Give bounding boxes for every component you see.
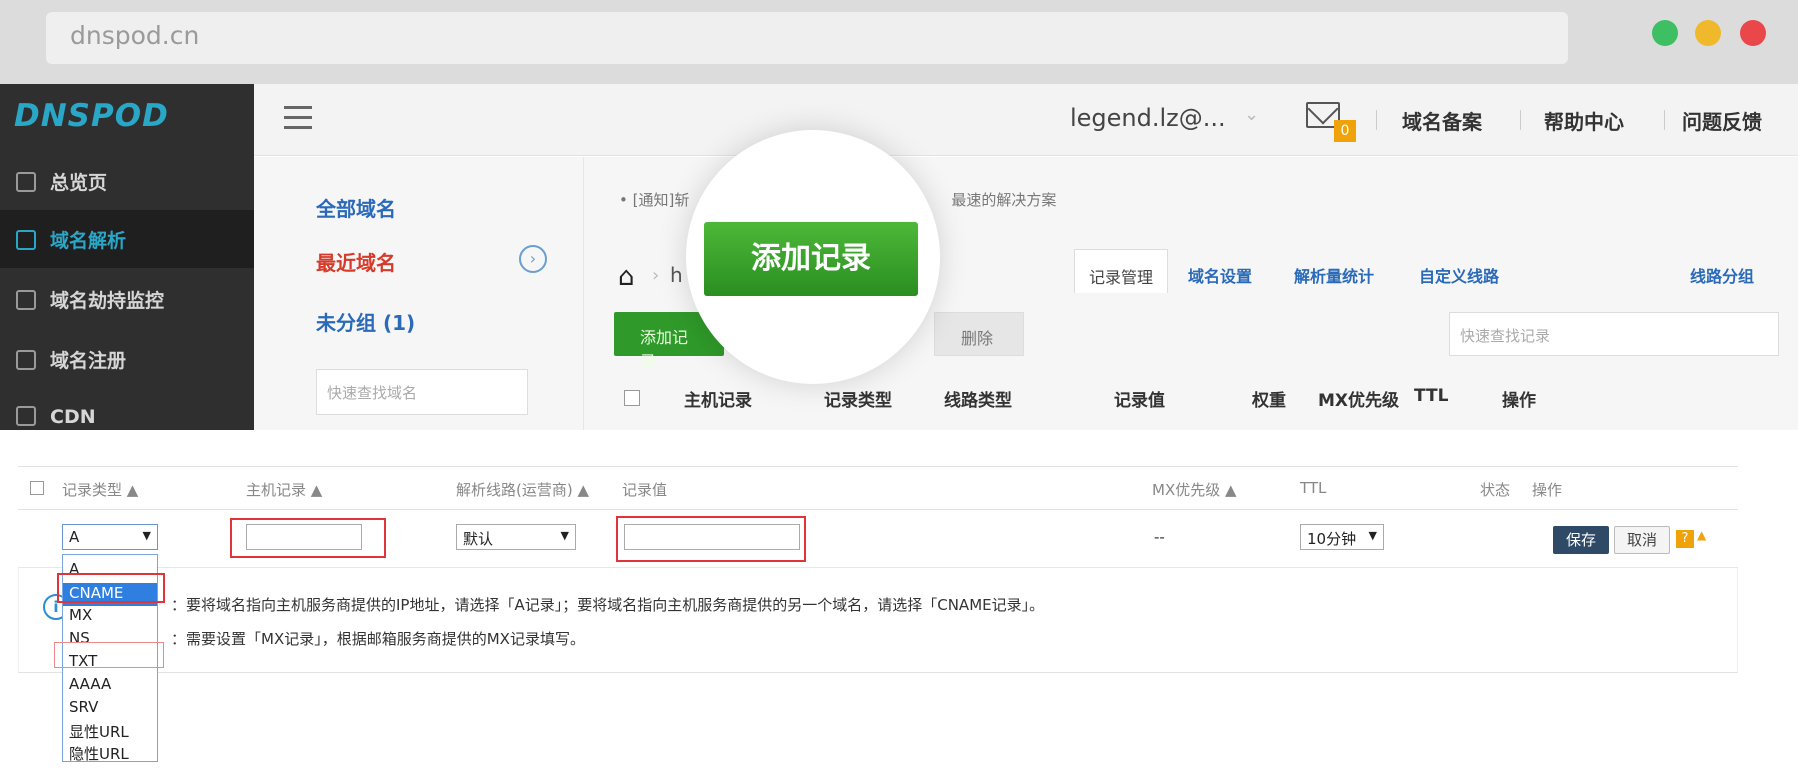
link-help-center[interactable]: 帮助中心 xyxy=(1544,106,1624,135)
col-host[interactable]: 主机记录 xyxy=(684,386,752,411)
cdn-icon xyxy=(16,406,36,426)
shield-icon xyxy=(16,290,36,310)
breadcrumb-domain[interactable]: h xyxy=(670,263,683,287)
select-all-checkbox[interactable] xyxy=(30,481,44,495)
col-record-value: 记录值 xyxy=(622,481,668,499)
mail-count-badge: 0 xyxy=(1334,120,1356,142)
mx-priority-value: -- xyxy=(1154,528,1165,546)
tab-custom-lines[interactable]: 自定义线路 xyxy=(1419,263,1499,287)
highlight-box-txt xyxy=(54,642,164,668)
domain-filter-ungrouped[interactable]: 未分组 (1) xyxy=(316,307,415,336)
record-value-input[interactable] xyxy=(624,524,800,550)
col-mx[interactable]: MX优先级 xyxy=(1318,386,1399,411)
sidebar: DNSPOD 总览页 域名解析 域名劫持监控 域名注册 CDN xyxy=(0,84,254,430)
col-weight[interactable]: 权重 xyxy=(1252,386,1286,411)
divider xyxy=(1520,110,1521,130)
col-ttl[interactable]: TTL xyxy=(1414,386,1448,406)
col-line[interactable]: 线路类型 xyxy=(944,386,1012,411)
link-feedback[interactable]: 问题反馈 xyxy=(1682,106,1762,135)
sidebar-item-overview[interactable]: 总览页 xyxy=(0,152,254,210)
maximize-button[interactable] xyxy=(1652,20,1678,46)
content-area: 全部域名 最近域名 › 未分组 (1) 快速查找域名 • [通知]斩 最速的解决方… xyxy=(254,157,1798,430)
monitor-icon xyxy=(16,230,36,250)
option-implicit-url[interactable]: 隐性URL xyxy=(63,742,157,765)
highlight-box-cname xyxy=(57,573,165,603)
add-record-button[interactable]: 添加记录 xyxy=(704,222,918,296)
edit-row: A ▼ 默认 ▼ -- 10分钟 ▼ 保存 取消 ? ▲ xyxy=(18,510,1738,568)
chevron-down-icon[interactable]: ⌄ xyxy=(1244,104,1259,125)
record-editor-panel: 记录类型 ▲ 主机记录 ▲ 解析线路(运营商) ▲ 记录值 MX优先级 ▲ TT… xyxy=(0,430,1798,772)
domain-search-input[interactable]: 快速查找域名 xyxy=(316,369,528,415)
domain-list-panel: 全部域名 最近域名 › 未分组 (1) 快速查找域名 xyxy=(254,157,584,430)
col-host-record[interactable]: 主机记录 ▲ xyxy=(246,479,322,500)
tab-query-stats[interactable]: 解析量统计 xyxy=(1294,263,1374,287)
menu-icon[interactable] xyxy=(284,106,312,130)
divider xyxy=(1664,110,1665,130)
col-value[interactable]: 记录值 xyxy=(1114,386,1165,411)
minimize-button[interactable] xyxy=(1695,20,1721,46)
col-type[interactable]: 记录类型 xyxy=(824,386,892,411)
tab-domain-settings[interactable]: 域名设置 xyxy=(1188,263,1252,287)
option-srv[interactable]: SRV xyxy=(63,697,157,720)
select-all-checkbox[interactable] xyxy=(624,390,640,406)
col-ops: 操作 xyxy=(1502,391,1536,411)
line-select[interactable]: 默认 ▼ xyxy=(456,524,576,550)
save-button[interactable]: 保存 xyxy=(1553,526,1609,554)
col-status: 状态 xyxy=(1480,481,1511,499)
col-line[interactable]: 解析线路(运营商) ▲ xyxy=(456,479,589,500)
sidebar-item-dns[interactable]: 域名解析 xyxy=(0,210,254,268)
ttl-select[interactable]: 10分钟 ▼ xyxy=(1300,524,1384,550)
dnspod-logo[interactable]: DNSPOD xyxy=(14,98,169,134)
user-account[interactable]: legend.lz@... xyxy=(1070,104,1226,132)
tab-record-management[interactable]: 记录管理 xyxy=(1074,249,1168,293)
domain-filter-recent[interactable]: 最近域名 xyxy=(316,247,396,276)
sidebar-item-cdn[interactable]: CDN xyxy=(0,390,254,430)
close-button[interactable] xyxy=(1740,20,1766,46)
cancel-button[interactable]: 取消 xyxy=(1614,526,1670,554)
sidebar-item-register[interactable]: 域名注册 xyxy=(0,330,254,388)
tutorial-image: dnspod.cn DNSPOD 总览页 域名解析 域名劫持监控 域名注册 CD… xyxy=(0,0,1798,772)
col-operations: 操作 xyxy=(1532,481,1563,499)
chevron-up-icon[interactable]: ▲ xyxy=(1697,528,1706,542)
sidebar-item-hijack-monitor[interactable]: 域名劫持监控 xyxy=(0,270,254,328)
browser-chrome: dnspod.cn xyxy=(0,0,1798,84)
dnspod-screenshot: dnspod.cn DNSPOD 总览页 域名解析 域名劫持监控 域名注册 CD… xyxy=(0,0,1798,430)
tab-line-groups[interactable]: 线路分组 xyxy=(1690,263,1754,287)
hint-mx: ：需要设置「MX记录」，根据邮箱服务商提供的MX记录填写。 xyxy=(171,630,585,648)
domain-filter-all[interactable]: 全部域名 xyxy=(316,193,396,222)
record-search-input[interactable]: 快速查找记录 xyxy=(1449,312,1779,356)
option-explicit-url[interactable]: 显性URL xyxy=(63,720,157,743)
hint-box: i ：要将域名指向主机服务商提供的IP地址，请选择「A记录」；要将域名指向主机服… xyxy=(18,568,1738,673)
address-bar[interactable]: dnspod.cn xyxy=(46,12,1568,64)
records-table-header: 主机记录 记录类型 线路类型 记录值 权重 MX优先级 TTL 操作 xyxy=(584,372,1798,430)
editor-table: 记录类型 ▲ 主机记录 ▲ 解析线路(运营商) ▲ 记录值 MX优先级 ▲ TT… xyxy=(18,466,1738,673)
help-icon[interactable]: ? xyxy=(1676,530,1694,548)
col-ttl: TTL xyxy=(1300,479,1327,497)
host-record-input[interactable] xyxy=(246,524,362,550)
option-aaaa[interactable]: AAAA xyxy=(63,674,157,697)
col-mx-priority[interactable]: MX优先级 ▲ xyxy=(1152,479,1237,500)
link-icp-filing[interactable]: 域名备案 xyxy=(1402,106,1482,135)
top-header: legend.lz@... ⌄ 0 域名备案 帮助中心 问题反馈 xyxy=(254,84,1798,156)
breadcrumb-separator: › xyxy=(652,265,660,286)
editor-header: 记录类型 ▲ 主机记录 ▲ 解析线路(运营商) ▲ 记录值 MX优先级 ▲ TT… xyxy=(18,466,1738,510)
chevron-right-icon[interactable]: › xyxy=(519,245,547,273)
home-icon xyxy=(16,172,36,192)
delete-button[interactable]: 删除 xyxy=(934,312,1024,356)
record-type-select[interactable]: A ▼ xyxy=(62,524,158,550)
register-icon xyxy=(16,350,36,370)
divider xyxy=(1376,110,1377,130)
col-record-type[interactable]: 记录类型 ▲ xyxy=(62,479,138,500)
home-icon[interactable]: ⌂ xyxy=(618,262,635,292)
option-mx[interactable]: MX xyxy=(63,605,157,628)
hint-a-cname: ：要将域名指向主机服务商提供的IP地址，请选择「A记录」；要将域名指向主机服务商… xyxy=(171,596,1045,614)
